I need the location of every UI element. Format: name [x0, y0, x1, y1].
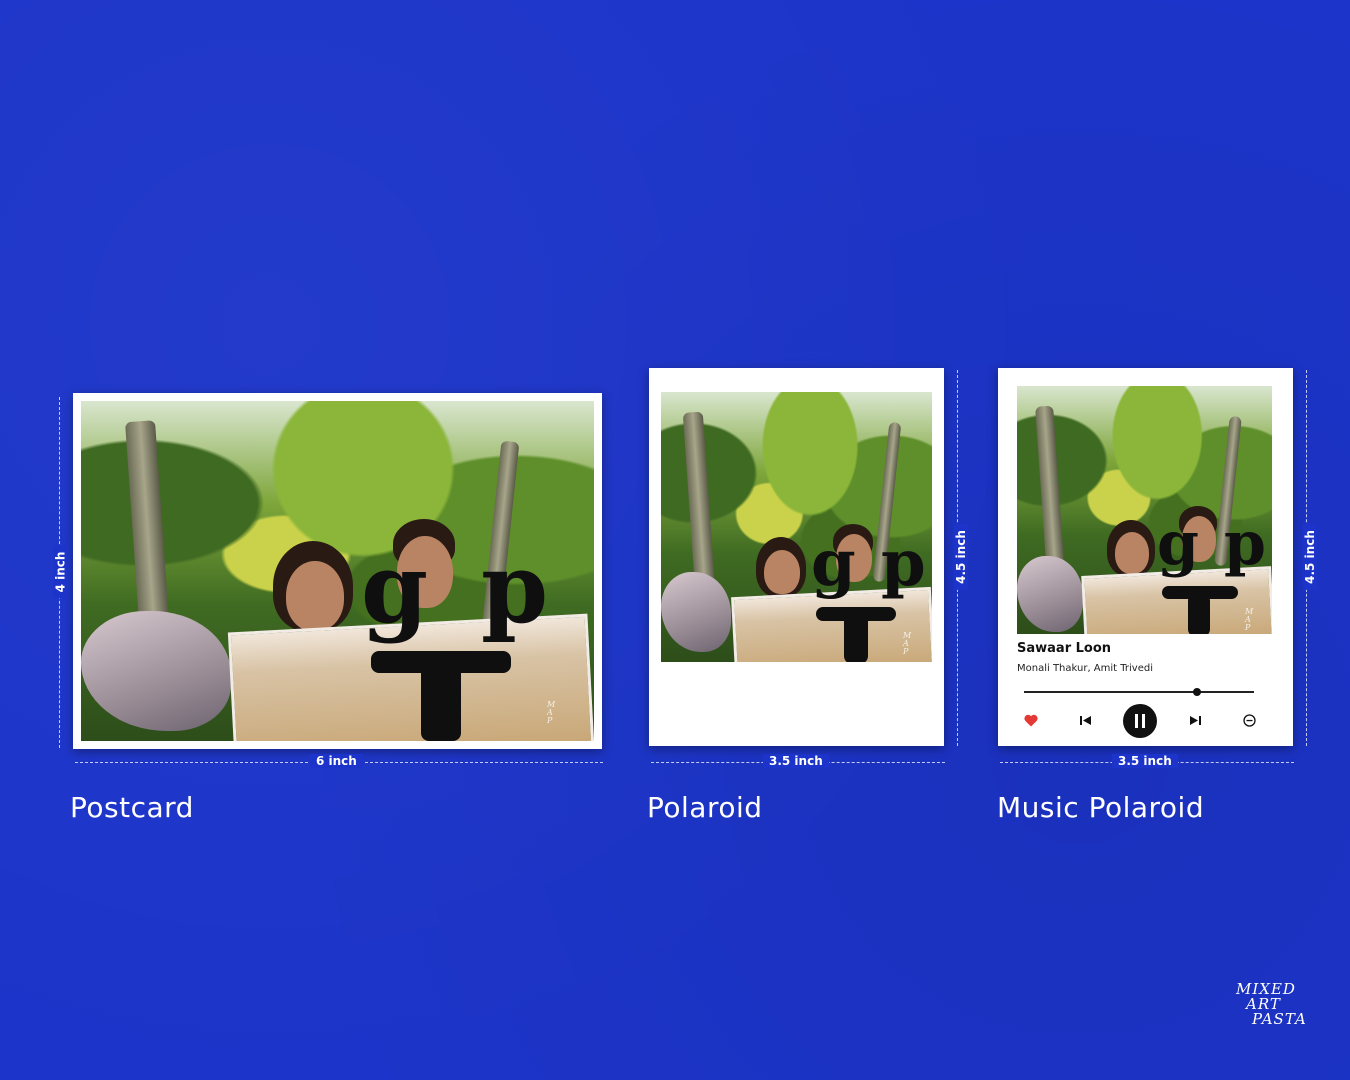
polaroid-photo: g p MAP — [661, 392, 932, 662]
logo-line: PASTA — [1252, 1010, 1307, 1028]
postcard-caption: Postcard — [70, 791, 194, 824]
polaroid-width-label: 3.5 inch — [763, 754, 829, 768]
brand-logo: MIXED ART PASTA — [1232, 982, 1307, 1027]
postcard-card: g p MAP — [73, 393, 602, 749]
polaroid-height-label: 4.5 inch — [953, 524, 968, 590]
photo-watermark: MAP — [1245, 607, 1254, 632]
previous-icon[interactable] — [1077, 712, 1093, 728]
postcard-photo: g p MAP — [81, 401, 594, 741]
polaroid-caption: Polaroid — [647, 791, 763, 824]
progress-bar[interactable] — [1024, 691, 1254, 693]
remove-icon[interactable] — [1241, 712, 1257, 728]
music-polaroid-card: g p MAP Sawaar Loon Monali Thakur, Amit … — [998, 368, 1293, 746]
music-polaroid-width-label: 3.5 inch — [1112, 754, 1178, 768]
postcard-height-label: 4 inch — [53, 545, 68, 599]
music-polaroid-photo: g p MAP — [1017, 386, 1272, 634]
postcard-width-label: 6 inch — [310, 754, 363, 768]
progress-thumb[interactable] — [1192, 688, 1201, 696]
next-icon[interactable] — [1187, 712, 1203, 728]
music-polaroid-caption: Music Polaroid — [997, 791, 1205, 824]
photo-watermark: MAP — [547, 700, 556, 725]
polaroid-card: g p MAP — [649, 368, 944, 746]
song-title: Sawaar Loon — [1017, 641, 1112, 656]
photo-watermark: MAP — [903, 631, 912, 656]
heart-icon[interactable] — [1023, 712, 1039, 728]
pause-icon[interactable] — [1123, 704, 1157, 738]
music-polaroid-height-label: 4.5 inch — [1302, 524, 1317, 590]
song-artist: Monali Thakur, Amit Trivedi — [1017, 663, 1153, 674]
